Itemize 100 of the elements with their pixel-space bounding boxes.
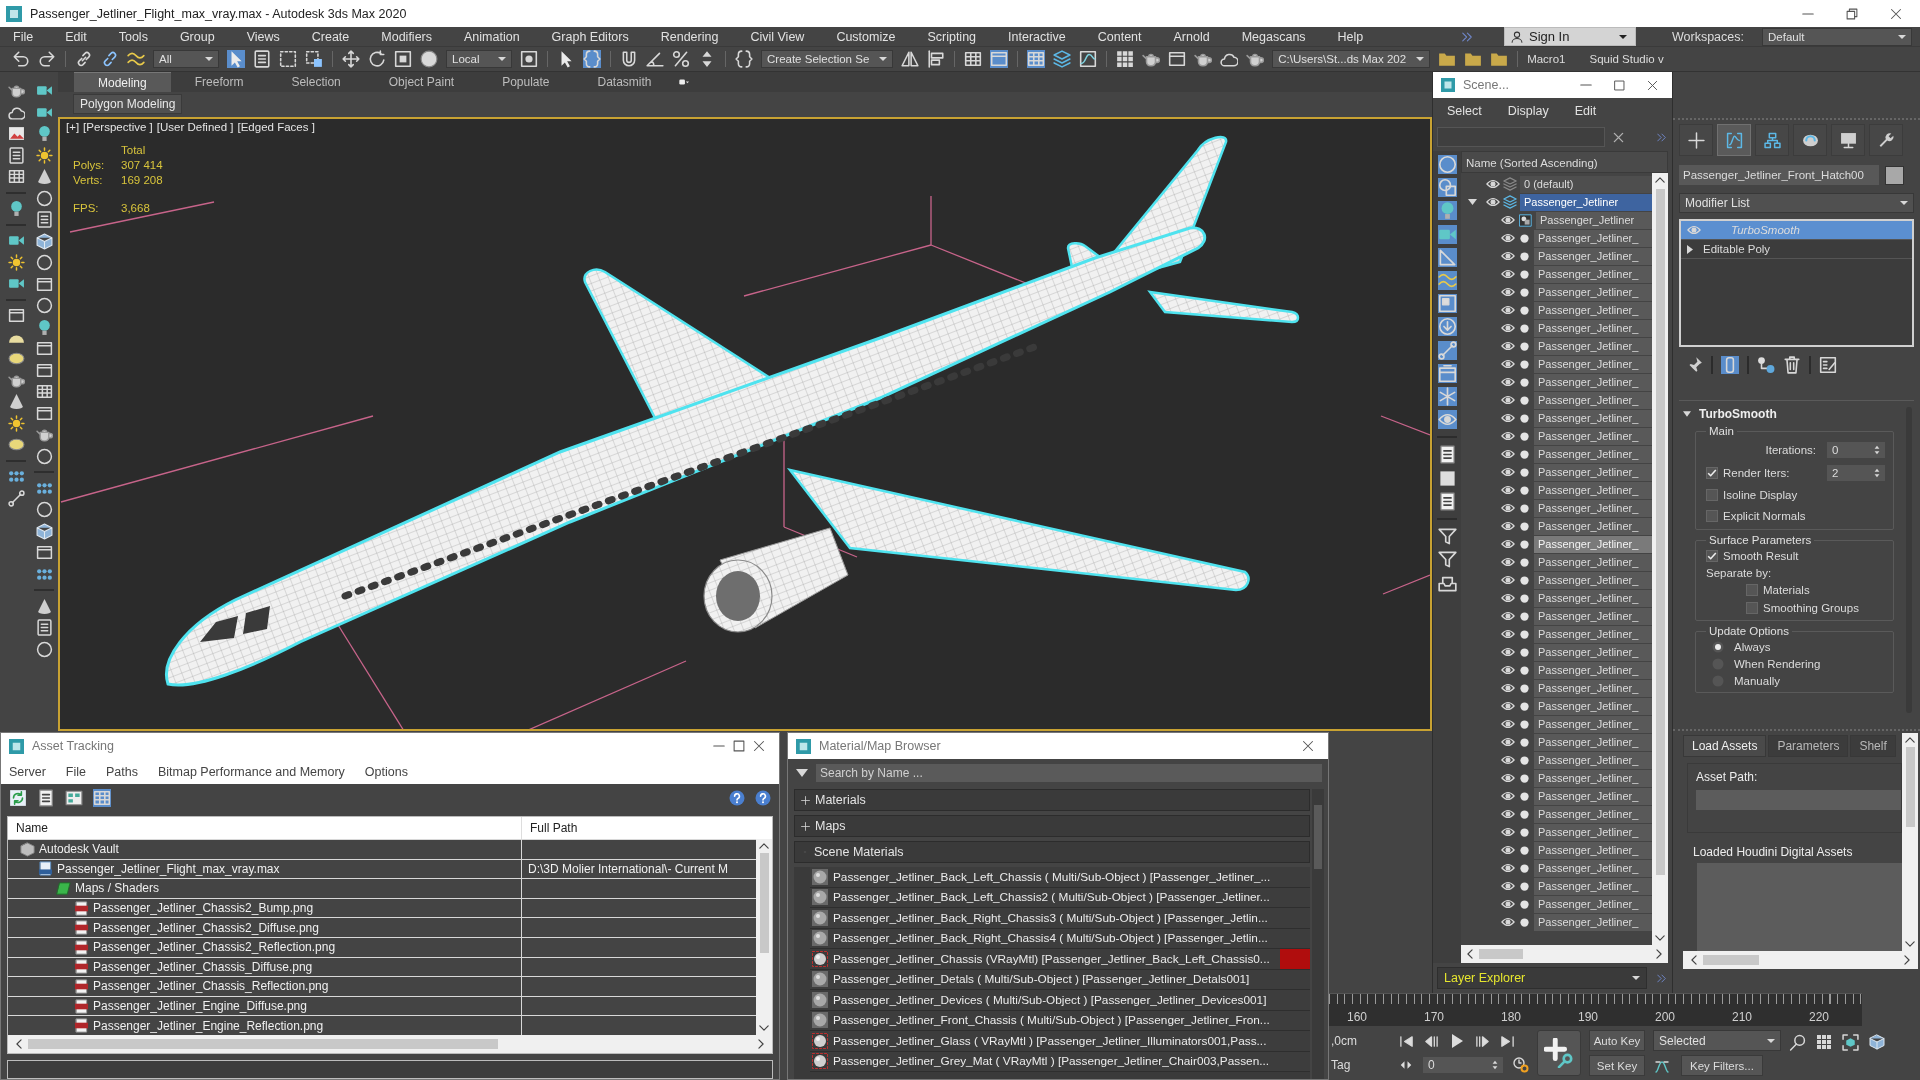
eye-icon[interactable] [1501,555,1515,569]
ribbon-tab[interactable]: Modeling [74,72,171,92]
object-name[interactable]: Passenger_Jetliner_ [1534,895,1652,913]
eye-icon[interactable] [1501,393,1515,407]
ring-icon[interactable] [35,297,53,314]
triangle-down-icon[interactable] [796,769,808,777]
grid-icon[interactable] [1116,50,1135,68]
object-name-field[interactable]: Passenger_Jetliner_Front_Hatch00 [1679,165,1879,185]
scroll-down-icon[interactable] [1655,935,1665,941]
eye-icon[interactable] [1501,375,1515,389]
category-header[interactable]: Materials [794,789,1310,811]
connected-dots-icon[interactable] [1757,356,1775,374]
bone-icon[interactable] [1437,340,1457,360]
explorer-type-dropdown[interactable]: Layer Explorer [1437,967,1647,989]
eye-icon[interactable] [1501,807,1515,821]
vertical-scrollbar[interactable] [1312,789,1324,1079]
scrollbar-thumb[interactable] [1655,189,1665,875]
time-ruler[interactable]: 160 170 180 190 200 210 220 [1329,993,1862,1026]
material-list-item[interactable]: Passenger_Jetliner_Back_Right_Chassis3 ( Multi/Sub-Object ) [Passenger_Jetlin... [810,908,1310,929]
folder-icon[interactable] [1438,50,1457,68]
spinner-field[interactable]: 2 [1827,464,1885,481]
sun-icon[interactable] [35,146,53,164]
angle-icon[interactable] [646,50,664,68]
window-icon[interactable] [7,307,25,324]
checkbox[interactable] [1706,466,1718,479]
play-icon[interactable] [1449,1033,1465,1049]
window-icon[interactable] [990,50,1009,68]
dashed-rectangle-icon[interactable] [279,50,297,68]
menu-item[interactable]: File [13,29,34,44]
spinner-field[interactable]: 0 [1827,441,1885,458]
object-name[interactable]: Passenger_Jetliner_ [1534,913,1652,931]
expand-arrow-icon[interactable] [1467,199,1477,205]
object-name[interactable]: Passenger_Jetliner_ [1534,877,1652,895]
asset-name[interactable]: Passenger_Jetliner_Chassis2_Reflection.png [93,940,336,955]
object-name[interactable]: Passenger_Jetliner_ [1534,805,1652,823]
asset-name[interactable]: Passenger_Jetliner_Chassis_Diffuse.png [93,959,313,974]
checkbox[interactable] [1706,488,1718,501]
sign-in-button[interactable]: Sign In [1504,27,1636,46]
object-name[interactable]: Passenger_Jetliner [1536,211,1652,229]
window-icon[interactable] [35,275,53,293]
dashed-square-icon[interactable] [305,50,323,68]
horizontal-scrollbar[interactable] [8,1035,772,1053]
viewport-menu-label[interactable]: [Edged Faces ] [237,121,315,133]
document-icon[interactable] [1437,491,1457,511]
layer-name[interactable]: Passenger_Jetliner [1520,193,1652,211]
eye-icon[interactable] [1501,285,1515,299]
eye-icon[interactable] [1501,483,1515,497]
workspace-dropdown[interactable]: Default [1762,27,1912,46]
object-name[interactable]: Passenger_Jetliner_ [1534,625,1652,643]
ring-icon[interactable] [35,447,53,465]
object-name[interactable]: Passenger_Jetliner_ [1534,481,1652,499]
picture-icon[interactable] [7,125,25,142]
object-name[interactable]: Passenger_Jetliner_ [1534,787,1652,805]
category-header[interactable]: Scene Materials [794,841,1310,863]
object-name[interactable]: Passenger_Jetliner_ [1534,751,1652,769]
horizontal-scrollbar[interactable] [1683,951,1918,969]
maximize-icon[interactable] [1614,79,1625,91]
menu-item[interactable]: Animation [464,29,520,44]
material-list-item[interactable]: Passenger_Jetliner_Detals ( Multi/Sub-Object ) [Passenger_Jetliner_Detals001] [810,969,1310,990]
disc-icon[interactable] [7,350,25,367]
checkbox[interactable] [1706,550,1718,562]
menu-item[interactable]: Paths [106,764,138,779]
scrollbar-thumb[interactable] [28,1039,498,1049]
scroll-down-icon[interactable] [1905,941,1915,947]
current-frame-field[interactable]: 0 [1423,1057,1503,1073]
eye-icon[interactable] [1501,411,1515,425]
cone-icon[interactable] [35,597,53,615]
broken-link-icon[interactable] [101,50,119,68]
cube-icon[interactable] [1869,1034,1885,1050]
scroll-left-icon[interactable] [1691,955,1697,965]
collapse-arrow-icon[interactable] [1683,411,1691,417]
material-list-item[interactable]: Passenger_Jetliner_Devices ( Multi/Sub-Object ) [Passenger_Jetliner_Devices001] [810,990,1310,1011]
eye-icon[interactable] [1501,735,1515,749]
asset-name[interactable]: Autodesk Vault [39,842,119,857]
eye-icon[interactable] [1501,537,1515,551]
eye-icon[interactable] [1501,519,1515,533]
go-to-end-icon[interactable] [1500,1033,1515,1049]
object-name[interactable]: Passenger_Jetliner_ [1534,733,1652,751]
help-icon[interactable] [729,790,745,806]
material-list-item[interactable]: Passenger_Jetliner_Front_Chassis ( Multi/Sub-Object ) [Passenger_Jetliner_Fron... [810,1010,1310,1031]
table-icon[interactable] [964,50,983,68]
menu-item[interactable]: Create [311,29,350,44]
object-name[interactable]: Passenger_Jetliner_ [1534,427,1652,445]
menu-item[interactable]: Group [179,29,215,44]
object-name[interactable]: Passenger_Jetliner_ [1534,823,1652,841]
eye-icon[interactable] [1501,861,1515,875]
list-icon[interactable] [253,50,271,68]
eye-icon[interactable] [1486,195,1500,209]
scroll-right-icon[interactable] [1904,955,1910,965]
sun-icon[interactable] [7,414,25,432]
command-panel-tab[interactable] [1831,124,1865,156]
material-list-item[interactable]: Passenger_Jetliner_Back_Right_Chassis4 ( Multi/Sub-Object ) [Passenger_Jetlin... [810,928,1310,949]
list-icon[interactable] [35,211,53,228]
command-panel-tab[interactable] [1679,124,1713,156]
eye-icon[interactable] [1501,267,1515,281]
scroll-left-icon[interactable] [16,1039,22,1049]
checkbox[interactable] [1746,602,1758,614]
eye-icon[interactable] [1501,447,1515,461]
restore-icon[interactable] [1846,7,1858,20]
material-list-item[interactable]: Passenger_Jetliner_Grey_Mat ( VRayMtl ) [Passenger_Jetliner_Chair003,Passen... [810,1051,1310,1072]
